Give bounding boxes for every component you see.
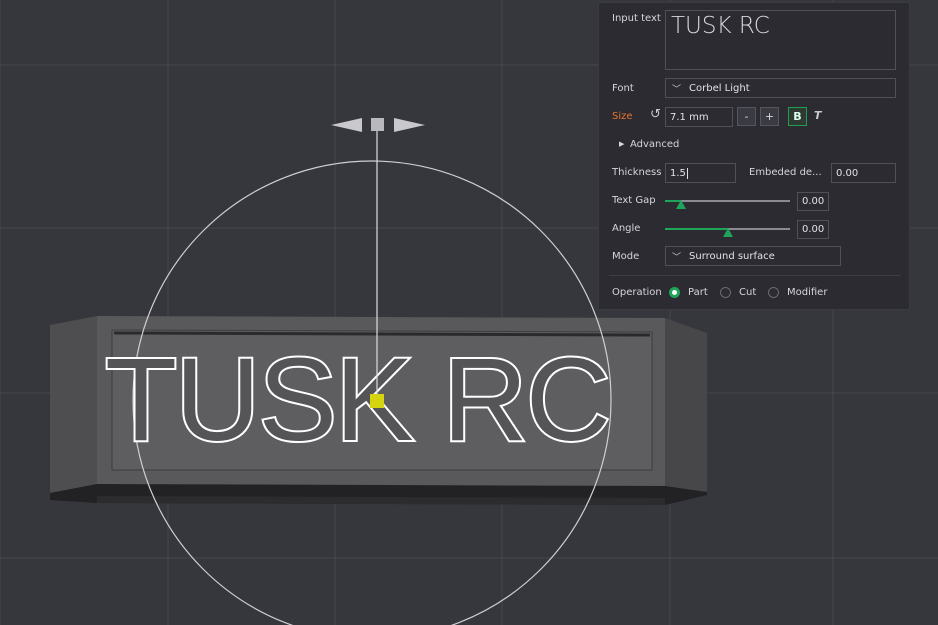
text-gap-label: Text Gap bbox=[612, 195, 656, 206]
move-right-arrow[interactable] bbox=[394, 118, 425, 132]
text-gap-slider-thumb[interactable] bbox=[676, 200, 687, 209]
advanced-toggle[interactable]: Advanced bbox=[630, 139, 679, 150]
embedded-depth-input[interactable]: 0.00 bbox=[831, 163, 896, 183]
angle-label: Angle bbox=[612, 223, 641, 234]
font-dropdown[interactable]: ﹀ Corbel Light bbox=[665, 78, 896, 98]
operation-part-label[interactable]: Part bbox=[688, 287, 708, 298]
divider bbox=[609, 275, 901, 276]
mode-label: Mode bbox=[612, 251, 640, 262]
italic-toggle-button[interactable]: T bbox=[814, 109, 822, 122]
expand-triangle-icon[interactable]: ▶ bbox=[619, 140, 624, 148]
font-value: Corbel Light bbox=[689, 82, 750, 94]
embedded-depth-label: Embeded de... bbox=[749, 167, 822, 178]
mode-value: Surround surface bbox=[689, 250, 775, 262]
size-increase-button[interactable]: + bbox=[760, 107, 779, 126]
bold-toggle-button[interactable]: B bbox=[788, 107, 807, 126]
angle-slider-fill bbox=[665, 228, 728, 230]
size-input[interactable]: 7.1 mm bbox=[665, 107, 733, 127]
operation-cut-radio[interactable] bbox=[720, 287, 731, 298]
thickness-label: Thickness bbox=[612, 167, 662, 178]
move-left-arrow[interactable] bbox=[331, 118, 362, 132]
operation-modifier-radio[interactable] bbox=[768, 287, 779, 298]
angle-input[interactable]: 0.00 bbox=[797, 220, 829, 239]
chevron-down-icon: ﹀ bbox=[672, 84, 682, 95]
input-text-field[interactable]: TUSK RC bbox=[665, 10, 896, 70]
operation-modifier-label[interactable]: Modifier bbox=[787, 287, 827, 298]
operation-cut-label[interactable]: Cut bbox=[739, 287, 756, 298]
embossed-text[interactable]: TUSK RC bbox=[103, 332, 613, 468]
size-decrease-button[interactable]: - bbox=[737, 107, 756, 126]
size-label: Size bbox=[612, 111, 633, 122]
move-handle-center[interactable] bbox=[371, 118, 384, 131]
text-gap-input[interactable]: 0.00 bbox=[797, 192, 829, 211]
operation-part-radio[interactable] bbox=[669, 287, 680, 298]
reset-icon[interactable]: ↺ bbox=[650, 107, 661, 122]
operation-label: Operation bbox=[612, 287, 662, 298]
anchor-point-handle[interactable] bbox=[370, 394, 384, 408]
mode-dropdown[interactable]: ﹀ Surround surface bbox=[665, 246, 841, 266]
text-properties-panel: Input text TUSK RC Font ﹀ Corbel Light S… bbox=[598, 2, 910, 310]
font-label: Font bbox=[612, 83, 634, 94]
thickness-input[interactable]: 1.5 bbox=[665, 163, 736, 183]
input-text-label: Input text bbox=[612, 13, 661, 24]
angle-slider-thumb[interactable] bbox=[722, 228, 733, 237]
text-cursor bbox=[686, 167, 688, 179]
chevron-down-icon: ﹀ bbox=[672, 252, 682, 263]
thickness-value: 1.5 bbox=[670, 167, 686, 179]
